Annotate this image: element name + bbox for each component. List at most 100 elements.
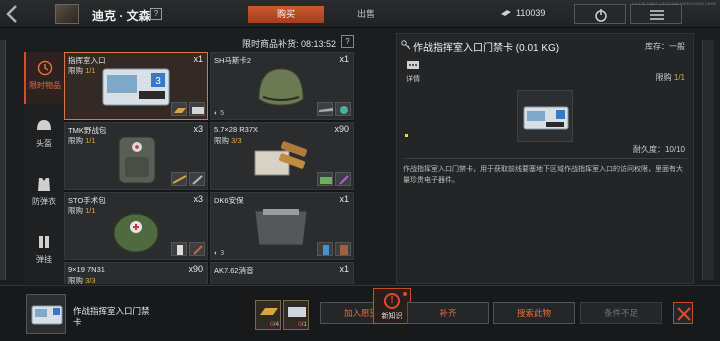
- category-label: 弹挂: [36, 255, 52, 264]
- stock-label: 库存：一般: [645, 42, 685, 51]
- svg-text:3: 3: [155, 76, 161, 87]
- cost-slot: 0/1: [283, 300, 309, 330]
- player-name: 迪克 · 文森: [92, 9, 151, 23]
- item-description: 作战指挥室入口门禁卡，用于获取前线要塞地下区域作战指挥室入口的访问权限，里面有大…: [403, 166, 683, 184]
- category-limited[interactable]: 限时物品: [24, 52, 64, 104]
- item-name: SH马斯卡2: [214, 56, 252, 65]
- left-frame: [0, 40, 6, 280]
- item-name: 5.7×28 R37X: [214, 125, 258, 134]
- selected-item-thumbnail: [26, 294, 66, 334]
- category-rig[interactable]: 弹挂: [24, 226, 64, 278]
- keycard-icon: [523, 106, 569, 130]
- helmet-icon: [258, 68, 304, 106]
- item-limit: 限购 1/1: [68, 136, 96, 145]
- medkit-icon: [113, 213, 159, 253]
- item-qty: x1: [193, 54, 203, 64]
- item-card[interactable]: AK7.62消音 x1: [210, 262, 354, 284]
- category-label: 头盔: [36, 139, 52, 148]
- ammo-box-icon: [254, 141, 308, 176]
- tool-icon: [335, 172, 351, 186]
- item-card[interactable]: 指挥室入口 限购 1/1 x1 3: [64, 52, 208, 120]
- vest-icon: [38, 178, 50, 191]
- version-text: 1.0.176.12617 | 11212246.16034921906 | 8…: [631, 1, 716, 6]
- item-qty: x3: [193, 194, 203, 204]
- cost-slot: 0/4: [255, 300, 281, 330]
- top-bar: 迪克 · 文森 ? 购买 出售 110039 1.0.176.12617 | 1…: [0, 0, 720, 28]
- detail-limit: 限购 1/1: [655, 73, 685, 82]
- item-card[interactable]: 5.7×28 R37X 限购 3/3 x90: [210, 122, 354, 190]
- category-vest[interactable]: 防弹衣: [24, 168, 64, 220]
- chat-icon: [407, 61, 419, 69]
- tab-buy[interactable]: 购买: [248, 6, 324, 23]
- armor-icon: [254, 209, 308, 246]
- item-detail-panel: 作战指挥室入口门禁卡 (0.01 KG) 库存：一般 详情 限购 1/1 耐久度…: [396, 33, 694, 284]
- menu-button[interactable]: [630, 4, 682, 24]
- item-name: DK6安保: [214, 196, 244, 205]
- help-button[interactable]: ?: [341, 35, 354, 48]
- bottle-icon: [317, 242, 333, 256]
- clock-icon: [37, 60, 53, 76]
- bottle-icon: [171, 242, 187, 256]
- power-button[interactable]: [574, 4, 626, 24]
- restock-timer: 限时商品补货: 08:13:52: [241, 39, 336, 49]
- backpack-icon: [118, 136, 156, 184]
- detail-title: 作战指挥室入口门禁卡 (0.01 KG): [413, 43, 560, 54]
- avatar[interactable]: [55, 4, 79, 24]
- item-card[interactable]: DK6安保 x1 ◐ 3: [210, 192, 354, 260]
- category-label: 防弹衣: [32, 197, 56, 206]
- close-icon: [677, 307, 691, 321]
- alert-icon: !: [384, 293, 400, 309]
- category-list: 限时物品 头盔 防弹衣 弹挂: [24, 52, 64, 284]
- rig-icon: [39, 236, 49, 248]
- item-card[interactable]: TMK野战包 限购 1/1 x3: [64, 122, 208, 190]
- keycard-icon: [31, 305, 63, 325]
- new-knowledge-button[interactable]: ! 新知识: [373, 288, 411, 324]
- back-arrow-icon[interactable]: [4, 4, 22, 24]
- item-limit: 限购 1/1: [68, 206, 96, 215]
- durability: ◐ 3: [214, 250, 225, 257]
- goods-header: 限时商品补货: 08:13:52 ?: [24, 33, 354, 51]
- item-qty: x1: [339, 54, 349, 64]
- cost-count: 0/1: [298, 321, 308, 328]
- durability-label: 耐久度：10/10: [632, 145, 685, 154]
- item-qty: x90: [334, 124, 349, 134]
- item-qty: x90: [188, 264, 203, 274]
- shield-icon: ◐: [214, 250, 219, 257]
- durability: ◐ 5: [214, 110, 225, 117]
- search-item-button[interactable]: 搜索此物: [493, 302, 575, 324]
- close-button[interactable]: [673, 302, 693, 324]
- needle-icon: [189, 242, 205, 256]
- item-qty: x1: [339, 194, 349, 204]
- gold-bar-icon: [260, 308, 278, 315]
- item-card[interactable]: 9×19 7N31 限购 3/3 x90: [64, 262, 208, 284]
- help-icon[interactable]: ?: [150, 8, 162, 20]
- item-qty: x1: [339, 264, 349, 274]
- tab-details[interactable]: 详情: [403, 60, 423, 84]
- category-label: 限时物品: [29, 81, 61, 90]
- tab-sell[interactable]: 出售: [328, 6, 404, 23]
- item-limit: 限购 3/3: [214, 136, 242, 145]
- keycard-icon: 3: [102, 68, 170, 106]
- right-rail: [702, 40, 714, 280]
- item-limit: 限购 3/3: [68, 276, 96, 284]
- shield-icon: ◐: [214, 110, 219, 117]
- gold-bar-icon: [171, 102, 187, 116]
- item-card[interactable]: STO手术包 限购 1/1 x3: [64, 192, 208, 260]
- notification-dot: [403, 292, 407, 296]
- knife-icon: [189, 172, 205, 186]
- item-qty: x3: [193, 124, 203, 134]
- item-card[interactable]: SH马斯卡2 x1 ◐ 5: [210, 52, 354, 120]
- key-icon: [401, 40, 411, 50]
- money-icon: [317, 172, 333, 186]
- helmet-icon: [37, 120, 51, 130]
- keycard-icon: [288, 307, 306, 317]
- indicator-dot: [405, 134, 408, 137]
- item-name: 9×19 7N31: [68, 265, 105, 274]
- category-helmet[interactable]: 头盔: [24, 110, 64, 162]
- restock-button[interactable]: 补齐: [407, 302, 489, 324]
- insufficient-button[interactable]: 条件不足: [580, 302, 662, 324]
- rifle-icon: [317, 102, 333, 116]
- selected-item-name: 作战指挥室入口门禁卡: [73, 306, 150, 327]
- currency-icon: [500, 8, 512, 18]
- tab-details-label: 详情: [406, 76, 420, 83]
